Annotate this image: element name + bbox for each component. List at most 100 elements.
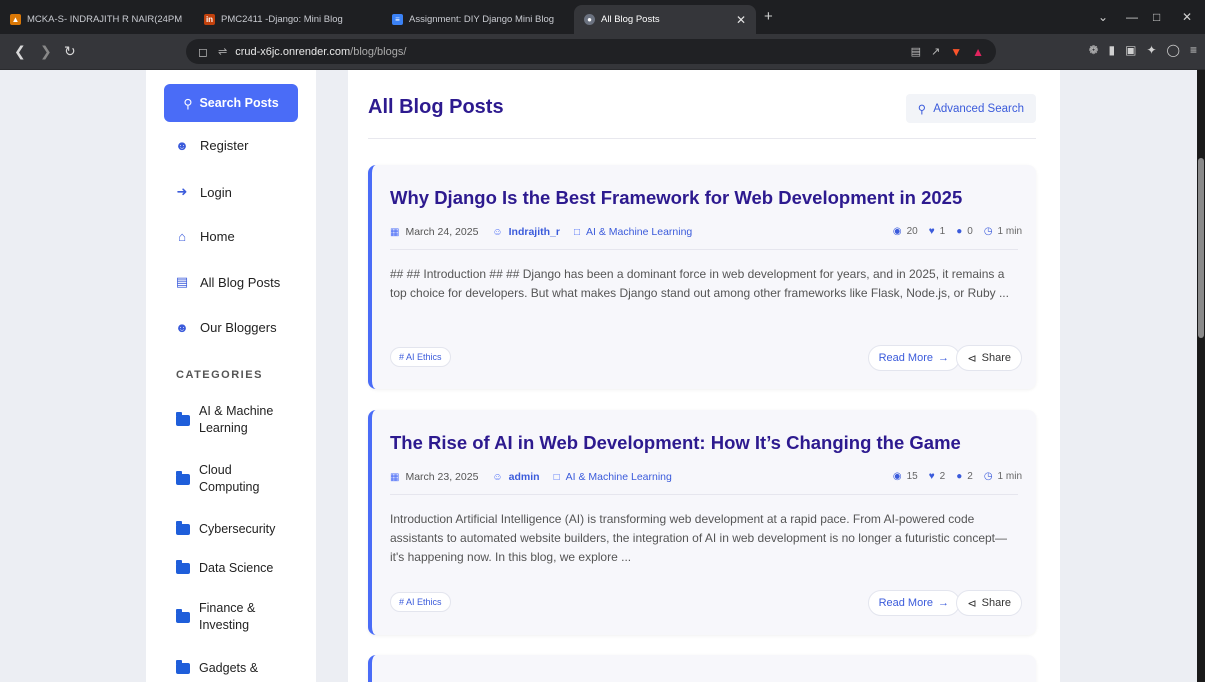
login-icon: ➜ <box>176 184 188 199</box>
divider <box>368 138 1036 139</box>
browser-toolbar: ❮ ❯ ↻ ◻ ⇌ crud-x6jc.onrender.com /blog/b… <box>0 34 1205 70</box>
post-meta: ▦ March 24, 2025 ☺ Indrajith_r □ AI & Ma… <box>390 226 692 238</box>
arrow-right-icon: → <box>938 352 949 364</box>
folder-icon <box>176 470 190 485</box>
blog-icon: ▤ <box>175 274 189 289</box>
category-label: Cloud <box>199 463 232 477</box>
folder-outline-icon: □ <box>553 471 560 483</box>
back-button[interactable]: ❮ <box>14 43 26 59</box>
reload-button[interactable]: ↻ <box>64 43 76 59</box>
sidebar-item-register[interactable]: ☻ Register <box>174 138 248 153</box>
leo-ai-icon[interactable]: ✦ <box>1146 43 1156 57</box>
toolbar-actions: ❁ ▮ ▣ ✦ ◯ ≡ <box>1088 43 1197 57</box>
post-title-link[interactable]: The Rise of AI in Web Development: How I… <box>390 432 961 454</box>
category-label: Cybersecurity <box>199 522 276 536</box>
browser-tab[interactable]: ▲ MCKA-S- INDRAJITH R NAIR(24PM <box>0 5 192 34</box>
browser-tab-active[interactable]: ● All Blog Posts ✕ <box>574 5 756 34</box>
share-button[interactable]: ⊲ Share <box>956 590 1022 616</box>
brave-shield-icon[interactable]: ▼ <box>950 45 962 59</box>
close-tab-icon[interactable]: ✕ <box>736 13 746 27</box>
vpn-icon[interactable]: ◯ <box>1167 43 1180 57</box>
post-title-link[interactable]: Why Django Is the Best Framework for Web… <box>390 187 962 209</box>
main-content: All Blog Posts ⚲ Advanced Search Why Dja… <box>348 70 1060 682</box>
share-label: Share <box>981 352 1011 364</box>
share-label: Share <box>981 597 1011 609</box>
blog-post-card <box>368 655 1036 682</box>
sidebar-toggle-icon[interactable]: ▮ <box>1109 43 1116 57</box>
calendar-icon: ▦ <box>390 226 400 238</box>
sidebar-item-our-bloggers[interactable]: ☻ Our Bloggers <box>174 320 277 335</box>
post-date: March 23, 2025 <box>405 471 479 483</box>
tab-list-chevron-icon[interactable]: ⌄ <box>1098 10 1108 24</box>
reader-mode-icon[interactable]: ▤ <box>911 45 921 58</box>
address-bar[interactable]: ◻ ⇌ crud-x6jc.onrender.com /blog/blogs/ … <box>186 39 996 64</box>
share-button[interactable]: ⊲ Share <box>956 345 1022 371</box>
read-more-button[interactable]: Read More → <box>867 590 960 616</box>
menu-icon[interactable]: ≡ <box>1190 43 1197 57</box>
new-tab-button[interactable]: + <box>764 9 773 24</box>
scrollbar-thumb[interactable] <box>1198 158 1204 338</box>
search-icon: ⚲ <box>917 103 927 116</box>
tab-label: All Blog Posts <box>601 14 660 25</box>
post-tag[interactable]: # AI Ethics <box>390 592 451 612</box>
read-time: 1 min <box>997 471 1022 482</box>
sidebar-item-label: Home <box>200 229 235 244</box>
sidebar-item-home[interactable]: ⌂ Home <box>174 229 235 244</box>
comments-count: 0 <box>967 226 973 237</box>
post-category-link[interactable]: AI & Machine Learning <box>566 471 672 483</box>
user-plus-icon: ☻ <box>175 138 189 153</box>
minimize-button[interactable]: — <box>1126 10 1138 24</box>
tab-search-icon[interactable]: ▣ <box>1125 43 1136 57</box>
post-author-link[interactable]: Indrajith_r <box>509 226 560 238</box>
clock-icon: ◷ <box>983 471 993 482</box>
category-gadgets[interactable]: Gadgets & <box>176 660 258 677</box>
advanced-search-button[interactable]: ⚲ Advanced Search <box>905 94 1036 123</box>
share-page-icon[interactable]: ↗ <box>931 45 940 58</box>
category-cybersecurity[interactable]: Cybersecurity <box>176 521 275 538</box>
category-finance-investing[interactable]: Finance & Investing <box>176 600 255 634</box>
user-icon: ☺ <box>492 226 503 238</box>
post-category-link[interactable]: AI & Machine Learning <box>586 226 692 238</box>
clock-icon: ◷ <box>983 226 993 237</box>
restore-button[interactable]: □ <box>1153 10 1160 24</box>
category-data-science[interactable]: Data Science <box>176 560 273 577</box>
category-ai-machine-learning[interactable]: AI & Machine Learning <box>176 403 273 437</box>
sidebar-item-label: Our Bloggers <box>200 320 277 335</box>
sidebar-item-all-blog-posts[interactable]: ▤ All Blog Posts <box>174 274 280 290</box>
post-author-link[interactable]: admin <box>509 471 540 483</box>
read-more-label: Read More <box>878 352 933 364</box>
post-meta: ▦ March 23, 2025 ☺ admin □ AI & Machine … <box>390 471 672 483</box>
forward-button[interactable]: ❯ <box>40 43 52 59</box>
arrow-right-icon: → <box>938 597 949 609</box>
browser-tab[interactable]: ≡ Assignment: DIY Django Mini Blog <box>382 5 568 34</box>
post-tag[interactable]: # AI Ethics <box>390 347 451 367</box>
home-icon: ⌂ <box>178 229 186 244</box>
category-label: AI & Machine <box>199 404 274 418</box>
read-more-button[interactable]: Read More → <box>867 345 960 371</box>
category-label: Computing <box>199 480 260 494</box>
blog-post-card: Why Django Is the Best Framework for Web… <box>368 165 1036 389</box>
categories-heading: CATEGORIES <box>176 369 263 381</box>
divider <box>390 494 1018 495</box>
comment-icon: ● <box>956 471 963 482</box>
category-label: Gadgets & <box>199 661 259 675</box>
extensions-icon[interactable]: ❁ <box>1088 43 1098 57</box>
post-excerpt: ## ## Introduction ## ## Django has been… <box>390 267 1009 300</box>
search-posts-button[interactable]: ⚲ Search Posts <box>164 84 298 122</box>
in-logo-icon: in <box>204 14 215 25</box>
read-more-label: Read More <box>878 597 933 609</box>
category-cloud-computing[interactable]: Cloud Computing <box>176 462 259 496</box>
site-settings-icon[interactable]: ⇌ <box>218 45 227 58</box>
heart-icon: ♥ <box>928 226 935 237</box>
tab-label: Assignment: DIY Django Mini Blog <box>409 14 555 25</box>
page-viewport: ⚲ Search Posts ☻ Register ➜ Login ⌂ Home… <box>0 70 1197 682</box>
folder-icon <box>176 411 190 426</box>
close-window-button[interactable]: ✕ <box>1182 10 1192 24</box>
brave-rewards-icon[interactable]: ▲ <box>972 45 984 59</box>
sidebar-item-login[interactable]: ➜ Login <box>174 184 232 200</box>
browser-tab-strip: ▲ MCKA-S- INDRAJITH R NAIR(24PM in PMC24… <box>0 0 1205 34</box>
folder-icon <box>176 560 190 574</box>
advanced-search-label: Advanced Search <box>933 102 1024 115</box>
bookmark-icon[interactable]: ◻ <box>198 45 208 59</box>
browser-tab[interactable]: in PMC2411 -Django: Mini Blog <box>194 5 368 34</box>
